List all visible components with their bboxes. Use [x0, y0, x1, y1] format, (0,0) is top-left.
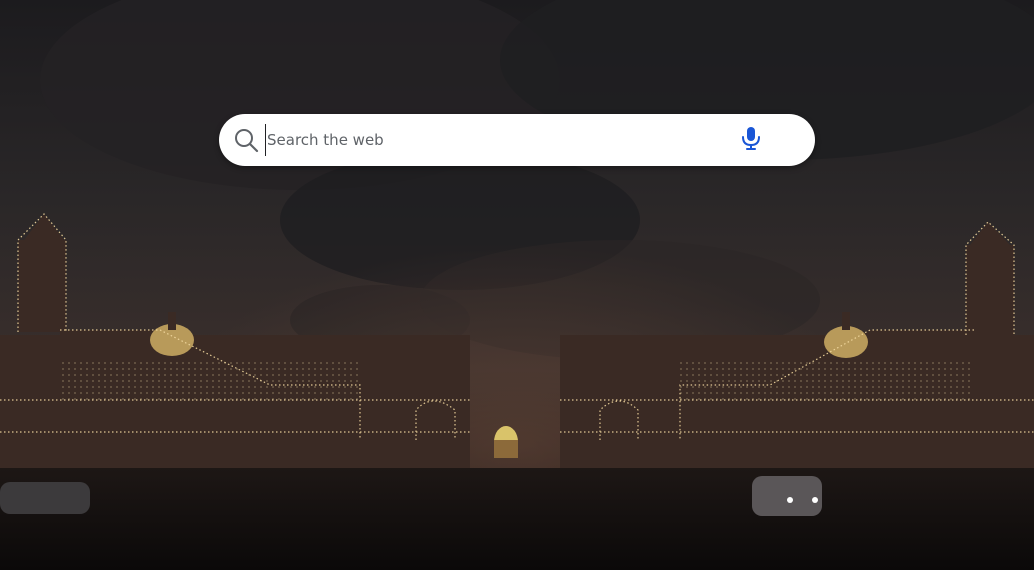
new-tab-page: [0, 0, 1034, 570]
microphone-icon: [740, 125, 762, 155]
search-input[interactable]: [265, 124, 707, 156]
voice-search-button[interactable]: [737, 126, 765, 154]
search-bar[interactable]: [219, 114, 815, 166]
background-image: [0, 0, 1034, 570]
search-icon: [233, 127, 259, 153]
